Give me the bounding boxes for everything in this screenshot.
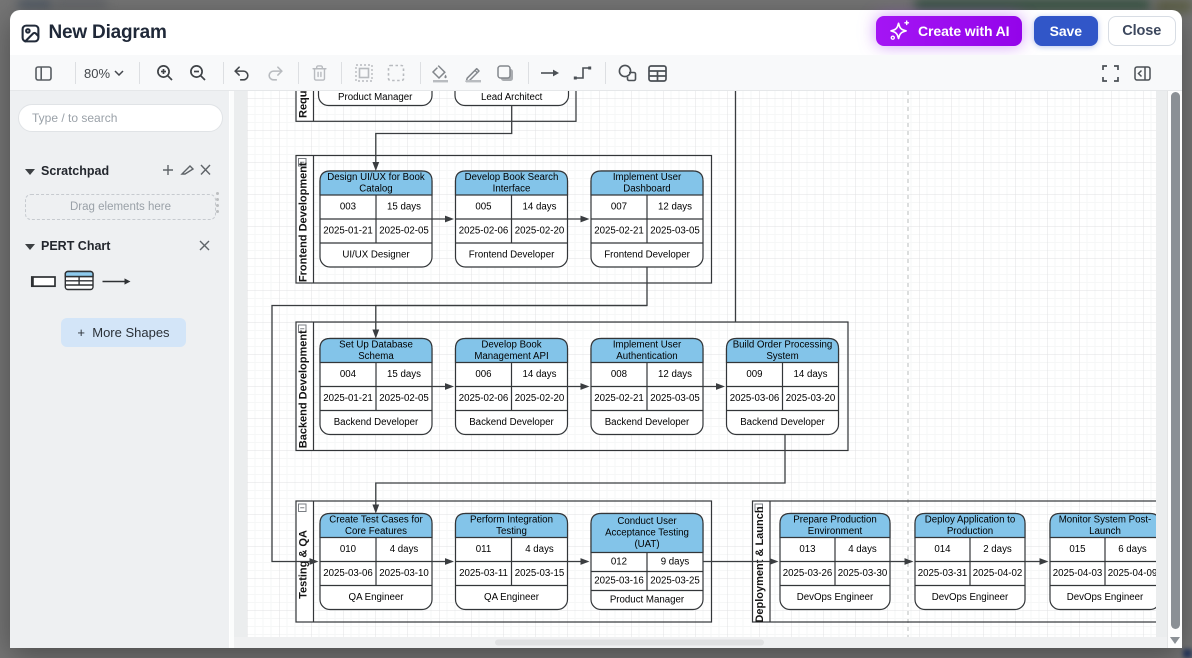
svg-text:14 days: 14 days <box>523 369 557 380</box>
svg-text:15 days: 15 days <box>387 369 421 380</box>
svg-text:4 days: 4 days <box>848 544 877 555</box>
svg-text:2025-03-20: 2025-03-20 <box>786 393 836 404</box>
svg-text:003: 003 <box>340 202 356 213</box>
svg-text:010: 010 <box>340 544 357 555</box>
svg-text:Requirements & Planning: Requirements & Planning <box>298 91 310 118</box>
svg-text:011: 011 <box>476 544 491 555</box>
svg-text:2025-04-02: 2025-04-02 <box>973 568 1023 579</box>
svg-text:Implement User: Implement User <box>613 339 682 350</box>
svg-text:Management API: Management API <box>474 351 548 362</box>
svg-text:2 days: 2 days <box>983 544 1012 555</box>
svg-text:Schema: Schema <box>358 351 394 362</box>
svg-text:Product Manager: Product Manager <box>338 92 413 103</box>
svg-text:Backend Developer: Backend Developer <box>334 417 419 428</box>
svg-text:Conduct User: Conduct User <box>617 516 677 527</box>
svg-text:Create Test Cases for: Create Test Cases for <box>329 514 423 525</box>
svg-text:DevOps Engineer: DevOps Engineer <box>932 592 1009 603</box>
svg-text:Set Up Database: Set Up Database <box>339 339 413 350</box>
svg-text:2025-04-09: 2025-04-09 <box>1108 568 1158 579</box>
svg-text:(UAT): (UAT) <box>634 539 659 550</box>
svg-text:UI/UX Designer: UI/UX Designer <box>342 250 410 261</box>
svg-text:006: 006 <box>475 369 491 380</box>
svg-text:15 days: 15 days <box>387 202 421 213</box>
svg-text:DevOps Engineer: DevOps Engineer <box>797 592 874 603</box>
svg-text:System: System <box>766 351 798 362</box>
svg-text:Acceptance Testing: Acceptance Testing <box>605 528 689 539</box>
svg-text:Catalog: Catalog <box>359 183 392 194</box>
svg-text:12 days: 12 days <box>658 369 692 380</box>
svg-text:Environment: Environment <box>808 526 863 537</box>
svg-text:008: 008 <box>611 369 627 380</box>
svg-text:Interface: Interface <box>493 183 531 194</box>
svg-text:QA Engineer: QA Engineer <box>349 592 405 603</box>
svg-text:2025-03-06: 2025-03-06 <box>730 393 780 404</box>
svg-text:Backend Development: Backend Development <box>297 330 309 448</box>
svg-text:013: 013 <box>799 544 815 555</box>
svg-text:DevOps Engineer: DevOps Engineer <box>1067 592 1144 603</box>
svg-text:Frontend Developer: Frontend Developer <box>604 250 690 261</box>
svg-text:Core Features: Core Features <box>345 526 407 537</box>
svg-text:Launch: Launch <box>1089 526 1121 537</box>
svg-text:Dashboard: Dashboard <box>623 183 670 194</box>
svg-text:007: 007 <box>611 202 627 213</box>
svg-text:12 days: 12 days <box>658 202 692 213</box>
svg-text:2025-03-31: 2025-03-31 <box>918 568 968 579</box>
svg-text:004: 004 <box>340 369 357 380</box>
svg-text:012: 012 <box>611 557 627 568</box>
svg-text:Prepare Production: Prepare Production <box>793 514 876 525</box>
svg-text:Design UI/UX for Book: Design UI/UX for Book <box>327 172 425 183</box>
svg-text:Authentication: Authentication <box>616 351 677 362</box>
svg-text:Backend Developer: Backend Developer <box>740 417 825 428</box>
svg-text:Deploy Application to: Deploy Application to <box>925 514 1015 525</box>
svg-text:QA Engineer: QA Engineer <box>484 592 540 603</box>
svg-text:Backend Developer: Backend Developer <box>605 417 690 428</box>
svg-text:9 days: 9 days <box>661 557 690 568</box>
svg-text:2025-03-16: 2025-03-16 <box>594 576 644 587</box>
svg-text:2025-03-05: 2025-03-05 <box>650 226 700 237</box>
svg-text:009: 009 <box>746 369 762 380</box>
svg-text:Production: Production <box>947 526 993 537</box>
svg-text:2025-02-05: 2025-02-05 <box>379 393 429 404</box>
svg-text:2025-03-11: 2025-03-11 <box>459 568 508 579</box>
svg-text:Deployment & Launch: Deployment & Launch <box>754 506 766 622</box>
svg-text:2025-02-06: 2025-02-06 <box>459 393 509 404</box>
svg-text:4 days: 4 days <box>390 544 419 555</box>
svg-text:Frontend Development: Frontend Development <box>297 162 309 282</box>
svg-text:2025-03-10: 2025-03-10 <box>379 568 429 579</box>
svg-text:2025-02-21: 2025-02-21 <box>594 226 644 237</box>
svg-text:Product Manager: Product Manager <box>610 595 685 606</box>
svg-text:Implement User: Implement User <box>613 172 682 183</box>
svg-text:2025-03-25: 2025-03-25 <box>650 576 700 587</box>
svg-text:2025-03-15: 2025-03-15 <box>515 568 565 579</box>
svg-text:4 days: 4 days <box>525 544 554 555</box>
svg-text:2025-02-05: 2025-02-05 <box>379 226 429 237</box>
svg-text:6 days: 6 days <box>1118 544 1147 555</box>
svg-text:2025-03-30: 2025-03-30 <box>838 568 888 579</box>
svg-text:014: 014 <box>934 544 951 555</box>
svg-text:Lead Architect: Lead Architect <box>481 92 543 103</box>
svg-text:14 days: 14 days <box>794 369 828 380</box>
svg-text:2025-02-20: 2025-02-20 <box>515 226 565 237</box>
svg-text:Testing & QA: Testing & QA <box>297 530 309 599</box>
svg-text:015: 015 <box>1069 544 1085 555</box>
svg-text:14 days: 14 days <box>523 202 557 213</box>
svg-text:2025-02-06: 2025-02-06 <box>459 226 509 237</box>
svg-text:2025-01-21: 2025-01-21 <box>323 393 373 404</box>
svg-text:2025-03-05: 2025-03-05 <box>650 393 700 404</box>
svg-text:Testing: Testing <box>496 526 527 537</box>
svg-text:Frontend Developer: Frontend Developer <box>469 250 555 261</box>
svg-text:2025-04-03: 2025-04-03 <box>1053 568 1103 579</box>
svg-text:Build Order Processing: Build Order Processing <box>733 339 833 350</box>
svg-text:2025-01-21: 2025-01-21 <box>323 226 373 237</box>
svg-text:2025-03-26: 2025-03-26 <box>783 568 833 579</box>
svg-text:Monitor System Post-: Monitor System Post- <box>1059 514 1152 525</box>
svg-text:2025-02-21: 2025-02-21 <box>594 393 644 404</box>
svg-text:Develop Book: Develop Book <box>481 339 541 350</box>
svg-text:Develop Book Search: Develop Book Search <box>465 172 559 183</box>
svg-text:2025-02-20: 2025-02-20 <box>515 393 565 404</box>
svg-text:Perform Integration: Perform Integration <box>470 514 553 525</box>
svg-text:Backend Developer: Backend Developer <box>469 417 554 428</box>
svg-text:2025-03-06: 2025-03-06 <box>323 568 373 579</box>
svg-text:005: 005 <box>475 202 491 213</box>
